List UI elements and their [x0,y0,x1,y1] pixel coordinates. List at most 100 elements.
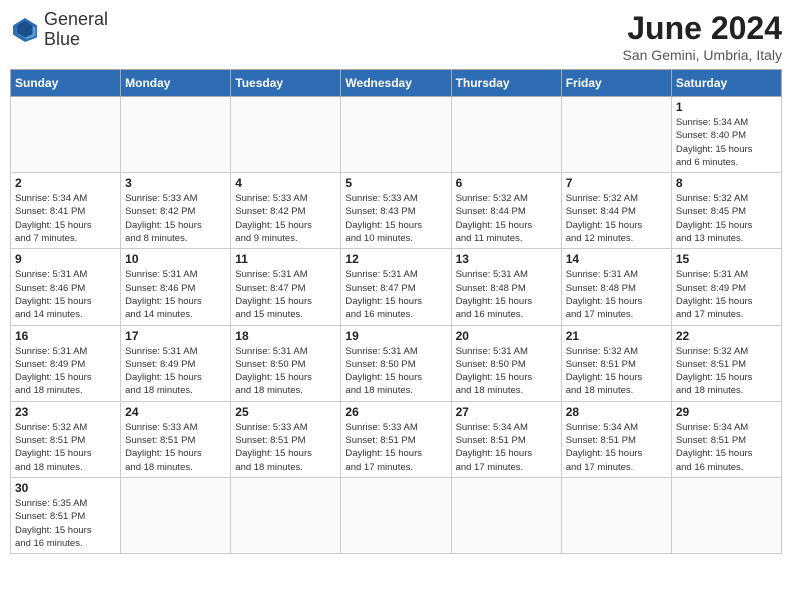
day-number: 24 [125,405,226,419]
day-header-sunday: Sunday [11,70,121,97]
day-number: 14 [566,252,667,266]
day-number: 18 [235,329,336,343]
calendar-cell [121,477,231,553]
day-info: Sunrise: 5:34 AM Sunset: 8:51 PM Dayligh… [566,421,667,474]
day-info: Sunrise: 5:31 AM Sunset: 8:50 PM Dayligh… [235,345,336,398]
day-number: 28 [566,405,667,419]
day-number: 23 [15,405,116,419]
calendar-cell: 16 Sunrise: 5:31 AM Sunset: 8:49 PM Dayli… [11,325,121,401]
day-info: Sunrise: 5:31 AM Sunset: 8:46 PM Dayligh… [125,268,226,321]
day-info: Sunrise: 5:31 AM Sunset: 8:47 PM Dayligh… [345,268,446,321]
day-number: 12 [345,252,446,266]
day-info: Sunrise: 5:32 AM Sunset: 8:51 PM Dayligh… [15,421,116,474]
calendar-week-row: 30Sunrise: 5:35 AM Sunset: 8:51 PM Dayli… [11,477,782,553]
day-header-thursday: Thursday [451,70,561,97]
calendar-cell: 14 Sunrise: 5:31 AM Sunset: 8:48 PM Dayli… [561,249,671,325]
calendar-cell [11,97,121,173]
calendar-cell: 30Sunrise: 5:35 AM Sunset: 8:51 PM Dayli… [11,477,121,553]
day-number: 20 [456,329,557,343]
location-label: San Gemini, Umbria, Italy [623,47,783,63]
calendar-cell: 10 Sunrise: 5:31 AM Sunset: 8:46 PM Dayli… [121,249,231,325]
calendar-cell: 25Sunrise: 5:33 AM Sunset: 8:51 PM Dayli… [231,401,341,477]
title-section: June 2024 San Gemini, Umbria, Italy [623,10,783,63]
calendar-cell: 5 Sunrise: 5:33 AM Sunset: 8:43 PM Daylig… [341,173,451,249]
day-header-saturday: Saturday [671,70,781,97]
calendar-cell: 17Sunrise: 5:31 AM Sunset: 8:49 PM Dayli… [121,325,231,401]
calendar-cell [671,477,781,553]
day-number: 19 [345,329,446,343]
day-info: Sunrise: 5:31 AM Sunset: 8:49 PM Dayligh… [15,345,116,398]
day-info: Sunrise: 5:31 AM Sunset: 8:48 PM Dayligh… [456,268,557,321]
day-info: Sunrise: 5:32 AM Sunset: 8:44 PM Dayligh… [566,192,667,245]
calendar-cell: 26Sunrise: 5:33 AM Sunset: 8:51 PM Dayli… [341,401,451,477]
day-info: Sunrise: 5:34 AM Sunset: 8:51 PM Dayligh… [676,421,777,474]
calendar-cell [231,477,341,553]
calendar-cell [561,477,671,553]
day-info: Sunrise: 5:31 AM Sunset: 8:49 PM Dayligh… [125,345,226,398]
day-info: Sunrise: 5:33 AM Sunset: 8:51 PM Dayligh… [125,421,226,474]
day-number: 25 [235,405,336,419]
calendar-cell: 20Sunrise: 5:31 AM Sunset: 8:50 PM Dayli… [451,325,561,401]
day-number: 15 [676,252,777,266]
day-number: 6 [456,176,557,190]
calendar-cell: 3 Sunrise: 5:33 AM Sunset: 8:42 PM Daylig… [121,173,231,249]
calendar-cell: 8 Sunrise: 5:32 AM Sunset: 8:45 PM Daylig… [671,173,781,249]
day-number: 3 [125,176,226,190]
calendar-cell: 22 Sunrise: 5:32 AM Sunset: 8:51 PM Dayli… [671,325,781,401]
day-info: Sunrise: 5:31 AM Sunset: 8:48 PM Dayligh… [566,268,667,321]
calendar-cell [561,97,671,173]
calendar-cell [121,97,231,173]
calendar-cell: 9Sunrise: 5:31 AM Sunset: 8:46 PM Daylig… [11,249,121,325]
calendar-cell: 18 Sunrise: 5:31 AM Sunset: 8:50 PM Dayli… [231,325,341,401]
day-number: 22 [676,329,777,343]
day-info: Sunrise: 5:31 AM Sunset: 8:49 PM Dayligh… [676,268,777,321]
day-number: 4 [235,176,336,190]
day-info: Sunrise: 5:32 AM Sunset: 8:44 PM Dayligh… [456,192,557,245]
logo: General Blue [10,10,108,50]
calendar-cell [451,97,561,173]
calendar-cell [341,97,451,173]
day-number: 8 [676,176,777,190]
day-info: Sunrise: 5:34 AM Sunset: 8:41 PM Dayligh… [15,192,116,245]
day-number: 30 [15,481,116,495]
day-number: 5 [345,176,446,190]
calendar-header-row: SundayMondayTuesdayWednesdayThursdayFrid… [11,70,782,97]
day-number: 13 [456,252,557,266]
day-info: Sunrise: 5:33 AM Sunset: 8:51 PM Dayligh… [345,421,446,474]
day-info: Sunrise: 5:32 AM Sunset: 8:51 PM Dayligh… [676,345,777,398]
calendar-week-row: 2Sunrise: 5:34 AM Sunset: 8:41 PM Daylig… [11,173,782,249]
calendar-cell: 13 Sunrise: 5:31 AM Sunset: 8:48 PM Dayli… [451,249,561,325]
calendar-cell: 27 Sunrise: 5:34 AM Sunset: 8:51 PM Dayli… [451,401,561,477]
calendar-cell: 7Sunrise: 5:32 AM Sunset: 8:44 PM Daylig… [561,173,671,249]
calendar-week-row: 16 Sunrise: 5:31 AM Sunset: 8:49 PM Dayli… [11,325,782,401]
calendar-cell: 23 Sunrise: 5:32 AM Sunset: 8:51 PM Dayli… [11,401,121,477]
calendar-week-row: 1Sunrise: 5:34 AM Sunset: 8:40 PM Daylig… [11,97,782,173]
day-info: Sunrise: 5:32 AM Sunset: 8:45 PM Dayligh… [676,192,777,245]
calendar-cell: 4Sunrise: 5:33 AM Sunset: 8:42 PM Daylig… [231,173,341,249]
calendar-week-row: 9 Sunrise: 5:31 AM Sunset: 8:46 PM Daylig… [11,249,782,325]
calendar-table: SundayMondayTuesdayWednesdayThursdayFrid… [10,69,782,554]
logo-icon [10,15,40,45]
day-header-monday: Monday [121,70,231,97]
calendar-cell: 19 Sunrise: 5:31 AM Sunset: 8:50 PM Dayli… [341,325,451,401]
day-header-friday: Friday [561,70,671,97]
day-number: 29 [676,405,777,419]
calendar-cell: 21Sunrise: 5:32 AM Sunset: 8:51 PM Dayli… [561,325,671,401]
calendar-cell: 11Sunrise: 5:31 AM Sunset: 8:47 PM Dayli… [231,249,341,325]
month-year-title: June 2024 [623,10,783,47]
day-info: Sunrise: 5:31 AM Sunset: 8:50 PM Dayligh… [345,345,446,398]
day-info: Sunrise: 5:32 AM Sunset: 8:51 PM Dayligh… [566,345,667,398]
day-info: Sunrise: 5:34 AM Sunset: 8:51 PM Dayligh… [456,421,557,474]
calendar-cell: 2Sunrise: 5:34 AM Sunset: 8:41 PM Daylig… [11,173,121,249]
day-number: 9 [15,252,116,266]
day-header-tuesday: Tuesday [231,70,341,97]
day-info: Sunrise: 5:33 AM Sunset: 8:42 PM Dayligh… [125,192,226,245]
calendar-cell [231,97,341,173]
day-number: 10 [125,252,226,266]
calendar-cell: 29 Sunrise: 5:34 AM Sunset: 8:51 PM Dayli… [671,401,781,477]
day-header-wednesday: Wednesday [341,70,451,97]
day-number: 27 [456,405,557,419]
day-info: Sunrise: 5:31 AM Sunset: 8:47 PM Dayligh… [235,268,336,321]
day-number: 16 [15,329,116,343]
day-info: Sunrise: 5:33 AM Sunset: 8:43 PM Dayligh… [345,192,446,245]
